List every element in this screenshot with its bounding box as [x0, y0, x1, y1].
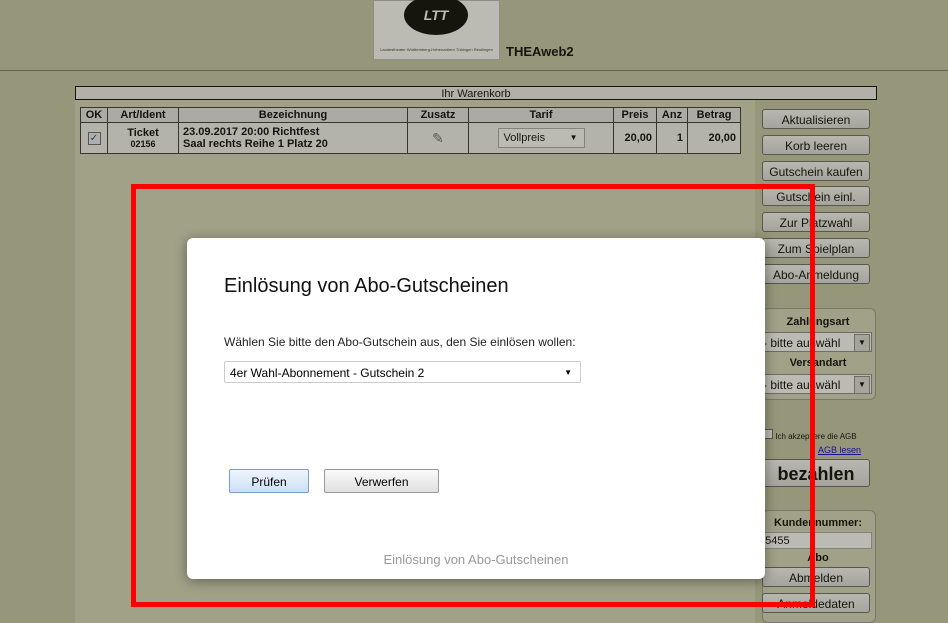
highlight-box [131, 184, 815, 607]
